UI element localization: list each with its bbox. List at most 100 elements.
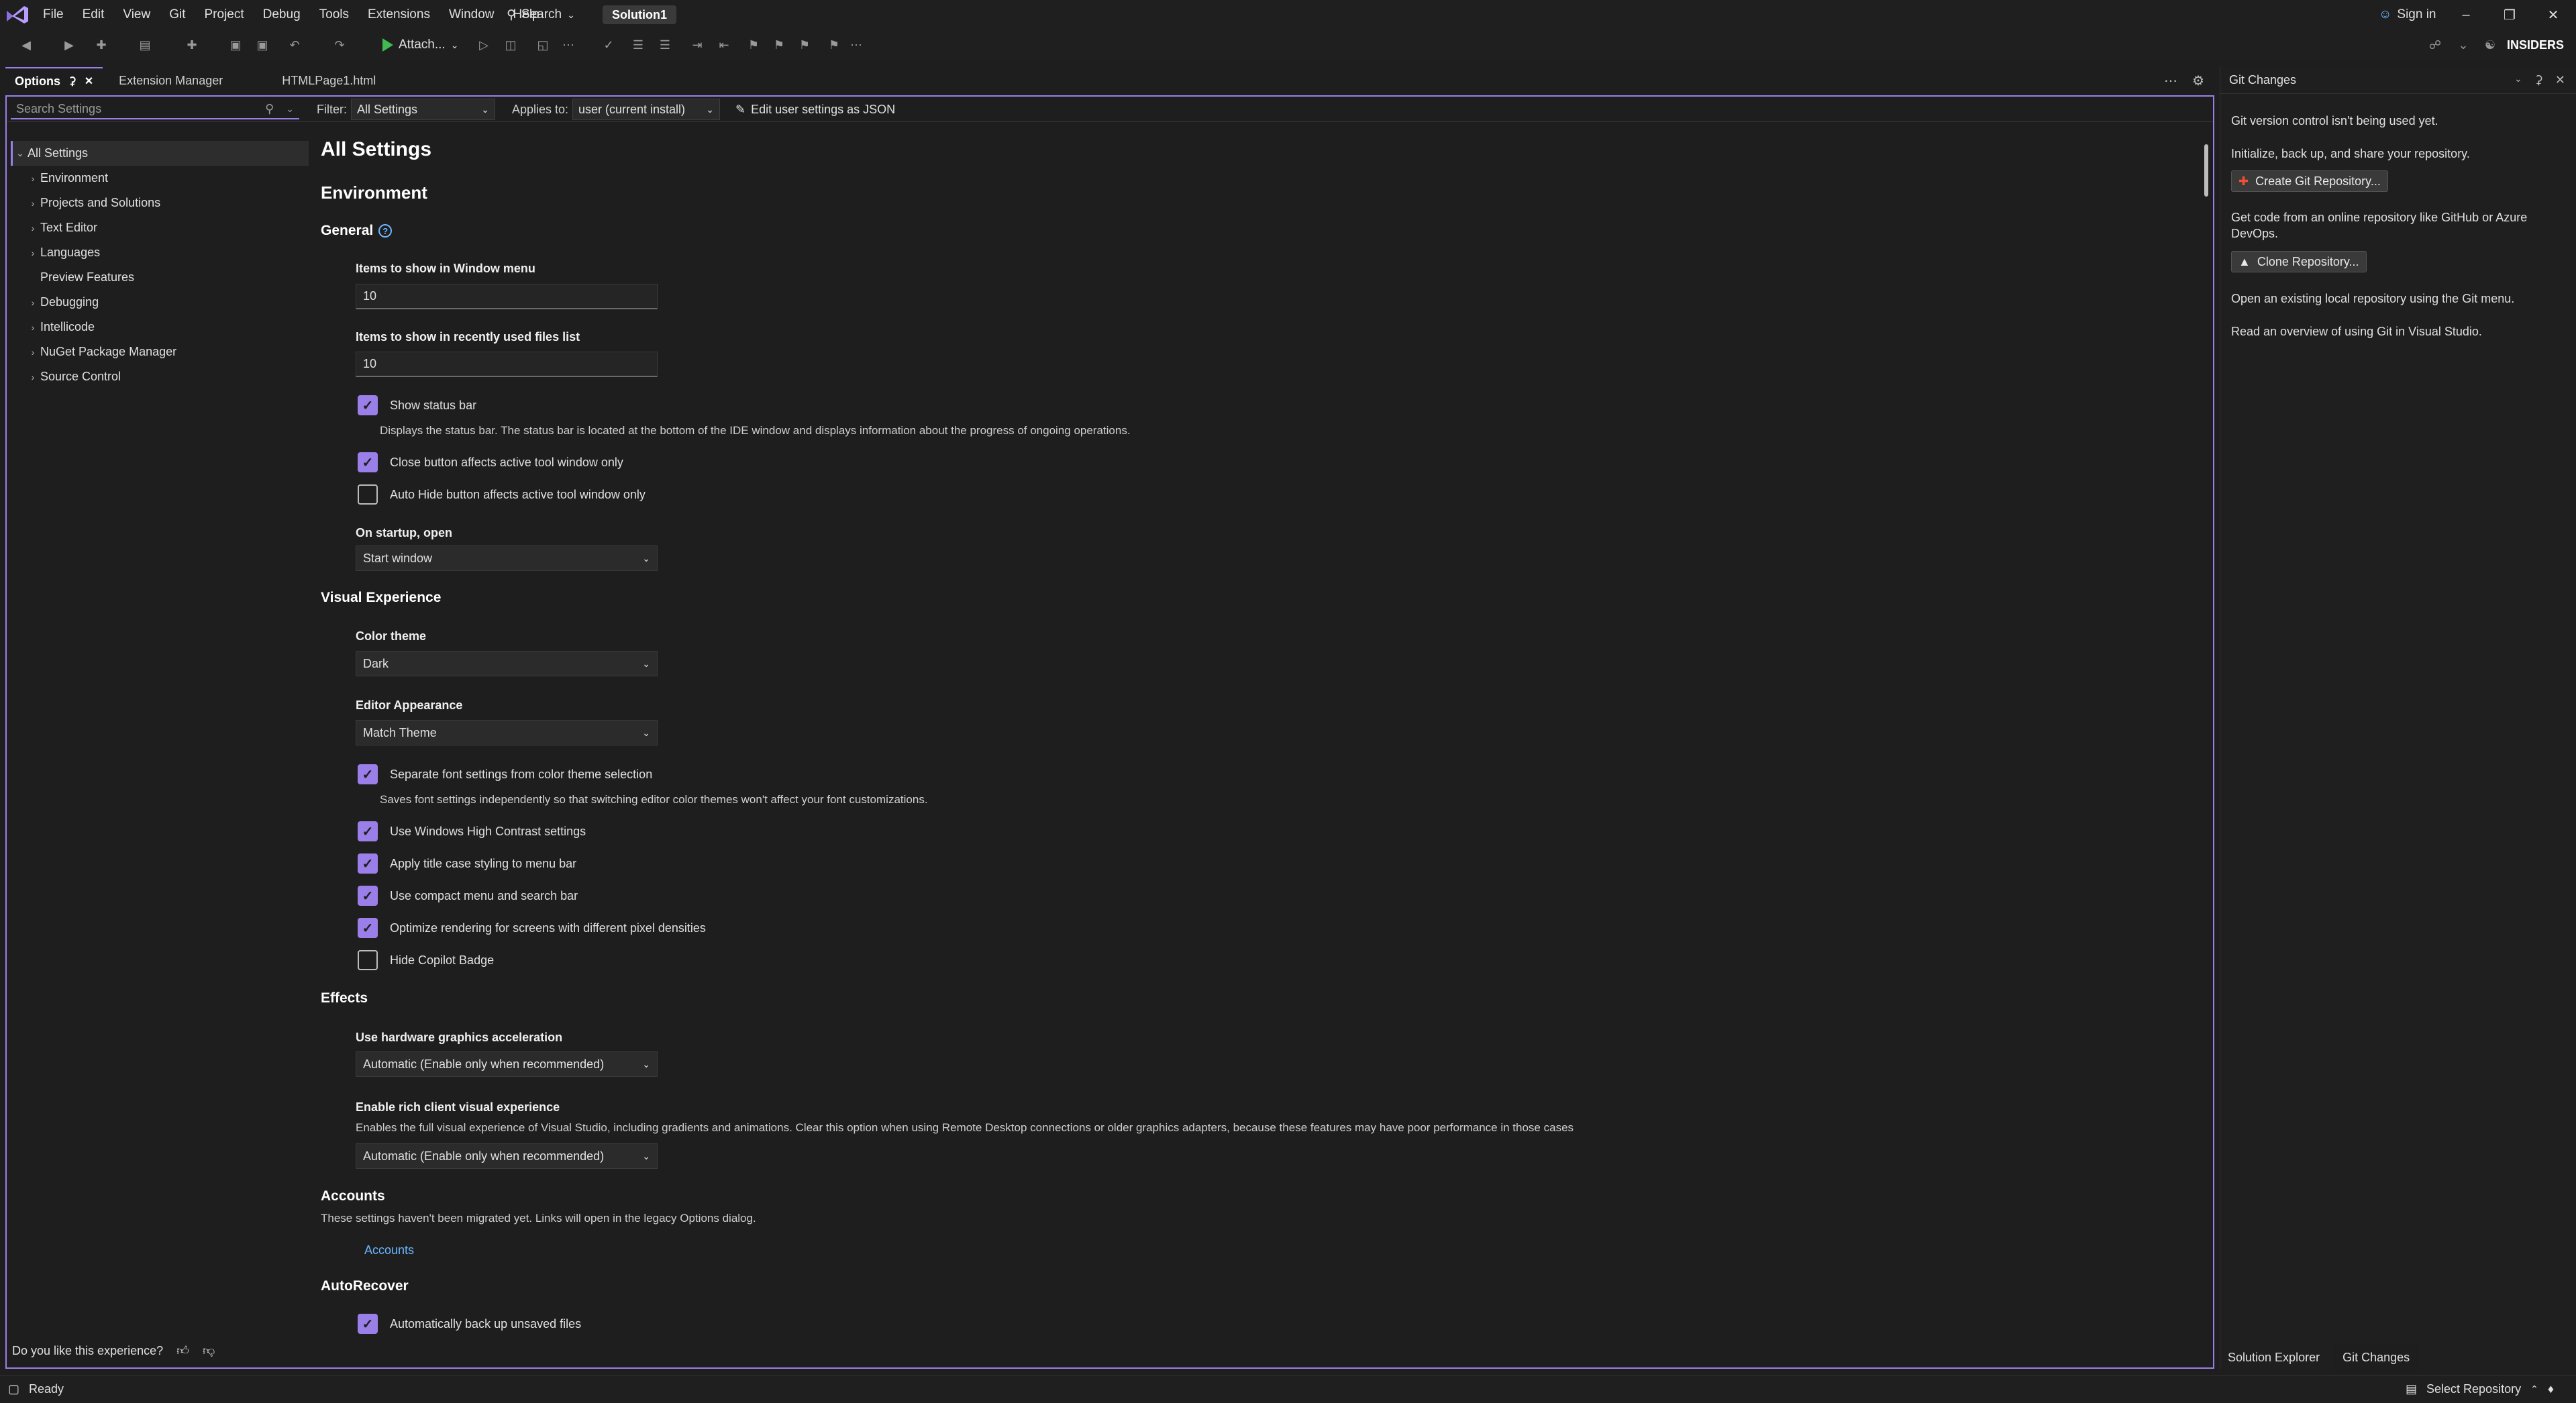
checkbox-checked-icon[interactable]: ✓ xyxy=(358,395,378,415)
menu-debug[interactable]: Debug xyxy=(254,7,310,22)
attach-button[interactable]: Attach... ⌄ xyxy=(382,35,458,55)
visual-studio-logo-icon[interactable] xyxy=(5,4,30,25)
chevron-right-icon[interactable]: › xyxy=(25,198,40,209)
git-overview-link[interactable]: Read an overview of using Git in Visual … xyxy=(2231,323,2553,340)
filter-dropdown[interactable]: All Settings ⌄ xyxy=(351,99,495,120)
tree-item-languages[interactable]: › Languages xyxy=(11,240,309,265)
feedback-icon[interactable]: ☯ xyxy=(2483,38,2497,52)
indent-icon[interactable]: ⇥ xyxy=(690,38,705,52)
restore-button[interactable]: ❐ xyxy=(2489,0,2530,30)
color-theme-select[interactable]: Dark ⌄ xyxy=(356,651,658,676)
create-git-repository-button[interactable]: ✚ Create Git Repository... xyxy=(2231,170,2388,192)
clear-bookmarks-icon[interactable]: ⚑ xyxy=(827,38,841,52)
checkbox-unchecked-icon[interactable] xyxy=(358,950,378,970)
browse-icon[interactable]: ◫ xyxy=(503,38,518,52)
startup-select[interactable]: Start window ⌄ xyxy=(356,545,658,571)
thumbs-up-icon[interactable]: 👍︎ xyxy=(176,1343,189,1358)
auto-backup-checkbox[interactable]: ✓ Automatically back up unsaved files xyxy=(358,1314,581,1334)
back-icon[interactable]: ◀ xyxy=(19,38,34,52)
bookmark-icon[interactable]: ⚑ xyxy=(746,38,761,52)
edit-json-button[interactable]: ✎ Edit user settings as JSON xyxy=(735,99,895,119)
thumbs-down-icon[interactable]: 👎︎ xyxy=(203,1343,215,1358)
chevron-up-icon[interactable]: ⌃ xyxy=(2530,1384,2538,1395)
chevron-right-icon[interactable]: › xyxy=(25,248,40,258)
tab-git-changes[interactable]: Git Changes xyxy=(2334,1345,2418,1369)
window-layout-icon[interactable]: ◱ xyxy=(535,38,550,52)
compact-menu-checkbox[interactable]: ✓ Use compact menu and search bar xyxy=(358,886,578,906)
prev-bookmark-icon[interactable]: ⚑ xyxy=(772,38,786,52)
applies-to-dropdown[interactable]: user (current install) ⌄ xyxy=(572,99,720,120)
tree-item-environment[interactable]: › Environment xyxy=(11,166,309,191)
chevron-right-icon[interactable]: › xyxy=(25,173,40,184)
search-settings-input[interactable]: Search Settings ⚲ ⌄ xyxy=(11,99,299,119)
sign-in-button[interactable]: ☺ Sign in xyxy=(2379,0,2436,30)
chevron-right-icon[interactable]: › xyxy=(25,223,40,233)
pin-icon[interactable]: ⚳ xyxy=(68,74,76,88)
chevron-right-icon[interactable]: › xyxy=(25,372,40,382)
tree-item-debugging[interactable]: › Debugging xyxy=(11,290,309,315)
checkbox-checked-icon[interactable]: ✓ xyxy=(358,821,378,841)
close-icon[interactable]: ✕ xyxy=(85,74,93,88)
tree-item-source-control[interactable]: › Source Control xyxy=(11,364,309,389)
accounts-link[interactable]: Accounts xyxy=(364,1243,414,1257)
continue-icon[interactable]: ▷ xyxy=(476,38,491,52)
tab-options[interactable]: Options ⚳ ✕ xyxy=(5,67,103,94)
close-window-button[interactable]: ✕ xyxy=(2533,0,2573,30)
show-status-bar-checkbox[interactable]: ✓ Show status bar xyxy=(358,395,476,415)
tab-solution-explorer[interactable]: Solution Explorer xyxy=(2220,1345,2328,1369)
comment-icon[interactable]: ☰ xyxy=(631,38,646,52)
optimize-rendering-checkbox[interactable]: ✓ Optimize rendering for screens with di… xyxy=(358,918,706,938)
tab-overflow-icon[interactable]: ⋯ xyxy=(2164,72,2177,89)
solution-name-badge[interactable]: Solution1 xyxy=(603,5,676,24)
checkbox-checked-icon[interactable]: ✓ xyxy=(358,886,378,906)
open-file-icon[interactable]: ▤ xyxy=(138,38,152,52)
checkbox-checked-icon[interactable]: ✓ xyxy=(358,853,378,874)
window-menu-input[interactable]: 10 xyxy=(356,284,658,309)
tree-item-text-editor[interactable]: › Text Editor xyxy=(11,215,309,240)
chevron-down-icon[interactable]: ⌄ xyxy=(13,148,28,159)
checkbox-checked-icon[interactable]: ✓ xyxy=(358,1314,378,1334)
menu-edit[interactable]: Edit xyxy=(73,7,114,22)
tree-item-intellicode[interactable]: › Intellicode xyxy=(11,315,309,340)
forward-icon[interactable]: ▶ xyxy=(62,38,76,52)
minimize-button[interactable]: – xyxy=(2446,0,2486,30)
redo-icon[interactable]: ↷ xyxy=(332,38,347,52)
rich-client-select[interactable]: Automatic (Enable only when recommended)… xyxy=(356,1143,658,1169)
uncomment-icon[interactable]: ☰ xyxy=(658,38,672,52)
checkbox-unchecked-icon[interactable] xyxy=(358,484,378,505)
recent-files-input[interactable]: 10 xyxy=(356,352,658,377)
overflow-icon[interactable]: ⋯ xyxy=(849,38,864,52)
chevron-right-icon[interactable]: › xyxy=(25,297,40,308)
chevron-right-icon[interactable]: › xyxy=(25,347,40,358)
clone-repository-button[interactable]: ▲ Clone Repository... xyxy=(2231,251,2367,272)
help-icon[interactable]: ? xyxy=(378,224,393,238)
separate-font-checkbox[interactable]: ✓ Separate font settings from color them… xyxy=(358,764,652,784)
menu-file[interactable]: File xyxy=(34,7,73,22)
undo-icon[interactable]: ↶ xyxy=(287,38,302,52)
close-icon[interactable]: ✕ xyxy=(2555,73,2565,87)
title-case-checkbox[interactable]: ✓ Apply title case styling to menu bar xyxy=(358,853,576,874)
editor-appearance-select[interactable]: Match Theme ⌄ xyxy=(356,720,658,745)
checkbox-checked-icon[interactable]: ✓ xyxy=(358,764,378,784)
search-icon[interactable]: ⚲ xyxy=(265,102,274,116)
chevron-down-icon[interactable]: ⌄ xyxy=(2456,38,2471,52)
chevron-down-icon[interactable]: ⌄ xyxy=(2514,73,2522,87)
outdent-icon[interactable]: ⇤ xyxy=(717,38,731,52)
tree-item-all-settings[interactable]: ⌄ All Settings xyxy=(11,141,309,166)
menu-extensions[interactable]: Extensions xyxy=(358,7,440,22)
more-tools-icon[interactable]: ⋯ xyxy=(561,38,576,52)
next-bookmark-icon[interactable]: ⚑ xyxy=(797,38,812,52)
select-repository-button[interactable]: Select Repository xyxy=(2426,1382,2521,1396)
live-share-icon[interactable]: ☍ xyxy=(2428,38,2442,52)
hide-copilot-checkbox[interactable]: Hide Copilot Badge xyxy=(358,950,494,970)
menu-tools[interactable]: Tools xyxy=(310,7,358,22)
save-all-icon[interactable]: ▣ xyxy=(255,38,270,52)
search-menu[interactable]: ⚲ Search ⌄ xyxy=(507,0,575,30)
notification-bell-icon[interactable]: ♦ xyxy=(2548,1382,2554,1396)
add-item-icon[interactable]: ✚ xyxy=(185,38,199,52)
high-contrast-checkbox[interactable]: ✓ Use Windows High Contrast settings xyxy=(358,821,586,841)
tree-item-preview-features[interactable]: Preview Features xyxy=(11,265,309,290)
menu-view[interactable]: View xyxy=(113,7,160,22)
chevron-right-icon[interactable]: › xyxy=(25,322,40,333)
auto-hide-checkbox[interactable]: Auto Hide button affects active tool win… xyxy=(358,484,646,505)
